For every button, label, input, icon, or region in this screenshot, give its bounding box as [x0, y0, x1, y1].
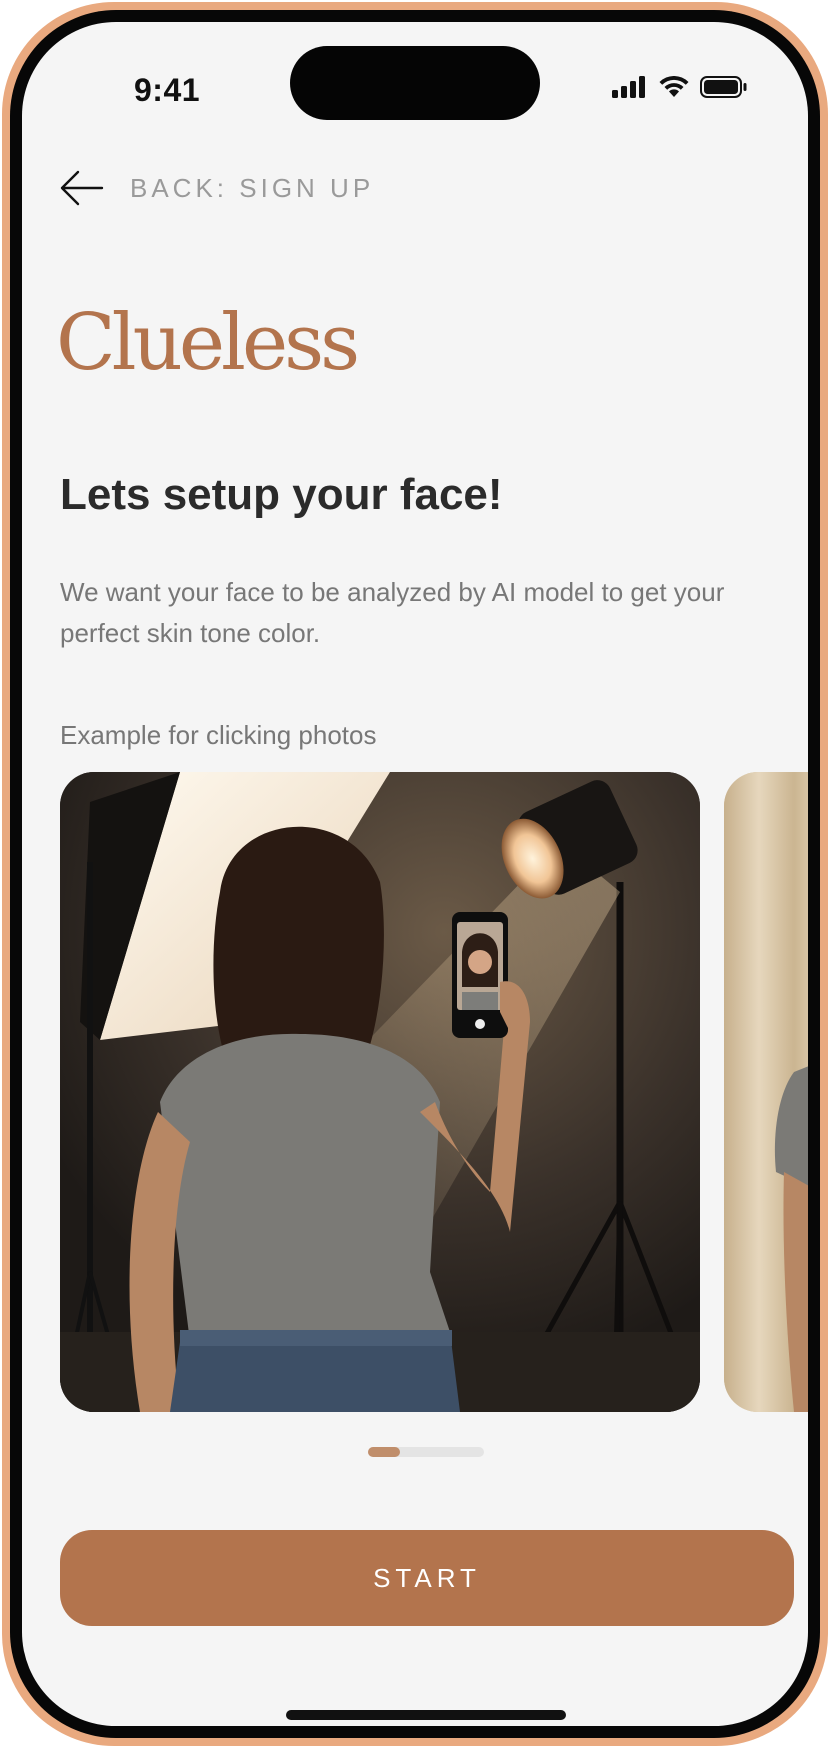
- status-time: 9:41: [134, 72, 201, 108]
- status-icons: [612, 76, 748, 98]
- page-title: Lets setup your face!: [60, 470, 503, 519]
- carousel-slide-1[interactable]: [60, 772, 700, 1412]
- screen: 9:41 BACK: SIGN UP Clueless Lets setup y…: [22, 22, 808, 1726]
- carousel-pagination: [368, 1447, 484, 1457]
- home-indicator[interactable]: [286, 1710, 566, 1720]
- woman-taking-selfie-studio-image: [60, 772, 700, 1412]
- device-bezel: 9:41 BACK: SIGN UP Clueless Lets setup y…: [10, 10, 820, 1738]
- dynamic-island: [290, 46, 540, 120]
- arrow-left-icon: [60, 170, 104, 206]
- battery-icon: [700, 76, 747, 98]
- woman-by-curtain-image: [724, 772, 808, 1412]
- start-button[interactable]: START: [60, 1530, 794, 1626]
- example-label: Example for clicking photos: [60, 720, 377, 750]
- wifi-icon: [659, 76, 689, 97]
- carousel-slide-2[interactable]: [724, 772, 808, 1412]
- back-button[interactable]: BACK: SIGN UP: [58, 168, 374, 208]
- back-label: BACK: SIGN UP: [130, 172, 375, 203]
- brand-logo: Clueless: [56, 298, 360, 388]
- device-frame: 9:41 BACK: SIGN UP Clueless Lets setup y…: [2, 2, 828, 1746]
- page-description: We want your face to be analyzed by AI m…: [60, 577, 725, 648]
- carousel-pagination-active: [368, 1447, 400, 1457]
- cellular-signal-icon: [612, 76, 645, 98]
